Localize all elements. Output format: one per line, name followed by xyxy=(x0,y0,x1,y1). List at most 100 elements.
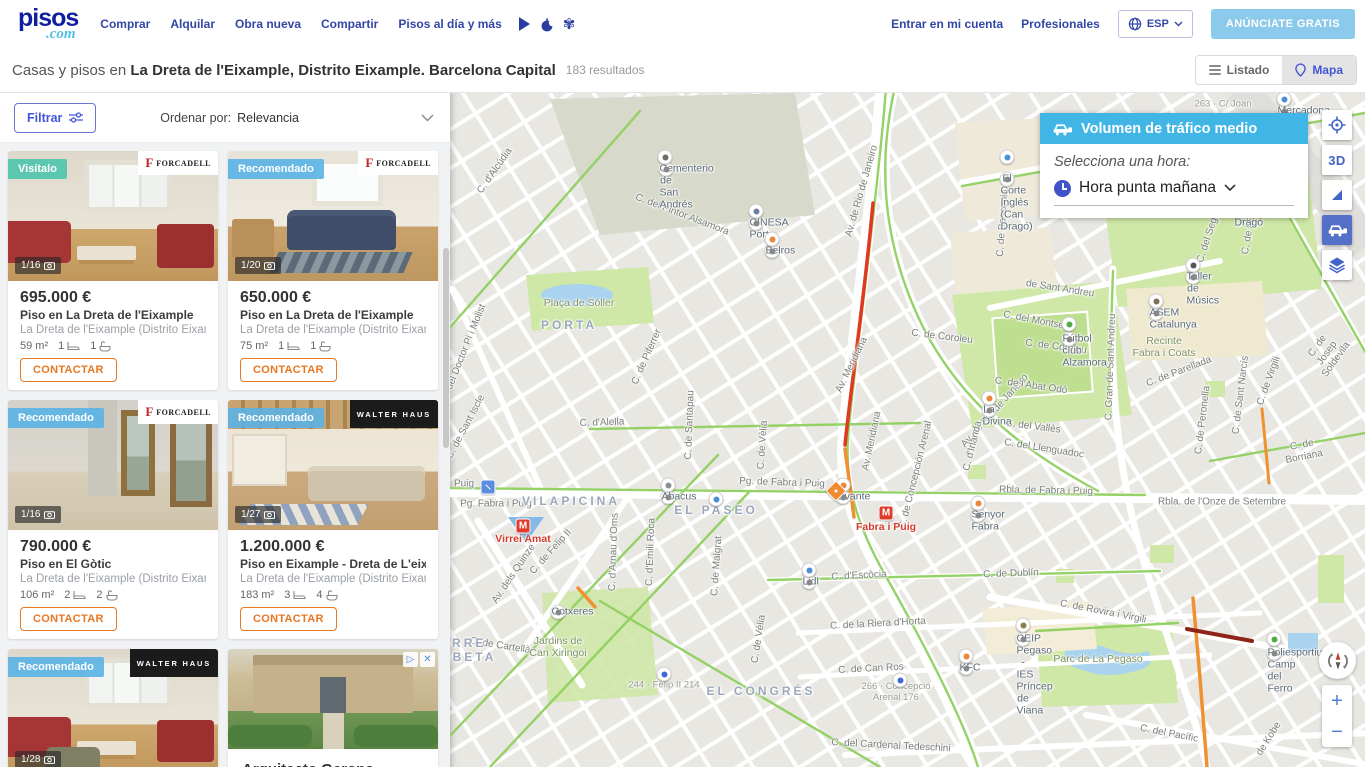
draw-button[interactable] xyxy=(1322,180,1352,210)
compass-control[interactable] xyxy=(1319,642,1356,679)
listing-title: Piso en La Dreta de l'Eixample xyxy=(20,308,206,323)
ad-close-icon[interactable]: ✕ xyxy=(420,652,435,667)
traffic-layer-button[interactable] xyxy=(1322,215,1352,245)
photo-shape xyxy=(232,434,287,486)
login-link[interactable]: Entrar en mi cuenta xyxy=(891,17,1003,31)
huawei-icon[interactable]: ✾ xyxy=(563,17,576,32)
agency-logo: FFORCADELL xyxy=(138,151,218,175)
listing-beds: 1 xyxy=(58,340,80,352)
listing-beds: 1 xyxy=(278,340,300,352)
agency-name: WALTER HAUS xyxy=(357,410,431,419)
camera-icon xyxy=(264,510,275,519)
photo-shape xyxy=(270,252,414,273)
listing-photo: Recomendado WALTER HAUS 1/28 xyxy=(8,649,218,767)
nav-compartir[interactable]: Compartir xyxy=(321,17,378,31)
cemetery-area xyxy=(550,93,815,235)
bed-icon xyxy=(73,590,86,600)
listing-features: 106 m² 2 2 xyxy=(20,589,206,601)
sort-dropdown[interactable]: Ordenar por: Relevancia xyxy=(160,111,434,125)
baths-count: 1 xyxy=(310,340,316,352)
photo-shape xyxy=(287,210,396,250)
language-value: ESP xyxy=(1147,18,1169,30)
language-selector[interactable]: ESP xyxy=(1118,10,1193,38)
nav-pisos-al-dia[interactable]: Pisos al día y más xyxy=(398,17,501,31)
listing-card[interactable]: Recomendado WALTER HAUS 1/28 xyxy=(8,649,218,767)
baths-count: 1 xyxy=(90,340,96,352)
photo-shape xyxy=(308,466,426,501)
fabra-coats-area xyxy=(1126,281,1268,361)
listing-price: 790.000 € xyxy=(20,538,206,556)
zoom-in-button[interactable]: + xyxy=(1322,685,1352,716)
agency-name: FORCADELL xyxy=(156,159,211,168)
layers-icon xyxy=(1328,256,1346,274)
zoom-out-button[interactable]: − xyxy=(1322,716,1352,747)
publish-ad-button[interactable]: ANÚNCIATE GRATIS xyxy=(1211,9,1355,39)
layers-button[interactable] xyxy=(1322,250,1352,280)
apple-icon[interactable] xyxy=(540,17,554,32)
pond-soller xyxy=(541,284,613,306)
top-right: Entrar en mi cuenta Profesionales ESP AN… xyxy=(891,9,1355,39)
listing-badge: Visítalo xyxy=(8,159,67,179)
scrollbar-thumb[interactable] xyxy=(443,248,449,448)
listing-beds: 2 xyxy=(64,589,86,601)
page-title: Casas y pisos en La Dreta de l'Eixample,… xyxy=(12,62,556,79)
toggle-mapa[interactable]: Mapa xyxy=(1282,56,1356,84)
beds-count: 1 xyxy=(278,340,284,352)
photo-count-value: 1/16 xyxy=(21,509,40,520)
3d-label: 3D xyxy=(1328,153,1346,168)
contact-button[interactable]: CONTACTAR xyxy=(240,607,337,631)
nav-alquilar[interactable]: Alquilar xyxy=(170,17,215,31)
listing-photo: Recomendado FFORCADELL 1/20 xyxy=(228,151,438,281)
listing-card[interactable]: Recomendado FFORCADELL 1/16 790.000 € Pi… xyxy=(8,400,218,639)
adchoices-icon[interactable]: ▷ xyxy=(403,652,418,667)
page-title-location: La Dreta de l'Eixample, Distrito Eixampl… xyxy=(130,62,555,79)
toggle-mapa-label: Mapa xyxy=(1312,63,1343,77)
camera-icon xyxy=(44,261,55,270)
listing-card[interactable]: Recomendado FFORCADELL 1/20 650.000 € Pi… xyxy=(228,151,438,390)
bath-icon xyxy=(106,590,118,601)
contact-button[interactable]: CONTACTAR xyxy=(20,607,117,631)
listing-location: La Dreta de l'Eixample (Distrito Eixampl… xyxy=(20,323,206,337)
hour-value: Hora punta mañana xyxy=(1079,179,1216,197)
toggle-listado[interactable]: Listado xyxy=(1196,56,1283,84)
listing-price: 650.000 € xyxy=(240,289,426,307)
listing-info: 650.000 € Piso en La Dreta de l'Eixample… xyxy=(228,281,438,390)
main-nav: Comprar Alquilar Obra nueva Compartir Pi… xyxy=(100,17,501,31)
locate-button[interactable] xyxy=(1322,110,1352,140)
listing-card[interactable]: Visítalo FFORCADELL 1/16 695.000 € Piso … xyxy=(8,151,218,390)
map[interactable]: C. de Rosselló i PorcelAv. de Rio de Jan… xyxy=(450,93,1365,767)
contact-button[interactable]: CONTACTAR xyxy=(240,358,337,382)
listing-info: 695.000 € Piso en La Dreta de l'Eixample… xyxy=(8,281,218,390)
zoom-controls: + − xyxy=(1322,685,1352,747)
listing-baths: 1 xyxy=(90,340,111,352)
listing-features: 183 m² 3 4 xyxy=(240,589,426,601)
nav-comprar[interactable]: Comprar xyxy=(100,17,150,31)
3d-button[interactable]: 3D xyxy=(1322,145,1352,175)
listing-price: 695.000 € xyxy=(20,289,206,307)
agency-name: FORCADELL xyxy=(156,408,211,417)
ad-card[interactable]: ▷✕ Arquitecto Gerona xyxy=(228,649,438,767)
bed-icon xyxy=(287,341,300,351)
hour-dropdown[interactable]: Hora punta mañana xyxy=(1054,179,1294,206)
contact-button[interactable]: CONTACTAR xyxy=(20,358,117,382)
listing-badge: Recomendado xyxy=(8,657,104,677)
listing-baths: 1 xyxy=(310,340,331,352)
listing-card[interactable]: Recomendado WALTER HAUS 1/27 1.200.000 €… xyxy=(228,400,438,639)
beds-count: 3 xyxy=(284,589,290,601)
listings-grid: Visítalo FFORCADELL 1/16 695.000 € Piso … xyxy=(0,143,450,767)
listing-badge: Recomendado xyxy=(8,408,104,428)
traffic-car-icon xyxy=(1327,223,1347,237)
traffic-panel: Volumen de tráfico medio Selecciona una … xyxy=(1040,113,1308,218)
agency-logo-mark: F xyxy=(365,155,373,171)
professionals-link[interactable]: Profesionales xyxy=(1021,17,1100,31)
ad-photo: ▷✕ xyxy=(228,649,438,749)
nav-obra-nueva[interactable]: Obra nueva xyxy=(235,17,301,31)
traffic-car-icon xyxy=(1052,122,1072,136)
green-small xyxy=(1318,555,1344,603)
google-play-icon[interactable] xyxy=(518,17,531,31)
green-small xyxy=(968,465,986,479)
filter-button[interactable]: Filtrar xyxy=(14,103,96,133)
listing-badge: Recomendado xyxy=(228,408,324,428)
ad-title: Arquitecto Gerona xyxy=(228,749,438,767)
pisos-logo[interactable]: pisos .com xyxy=(18,6,78,42)
